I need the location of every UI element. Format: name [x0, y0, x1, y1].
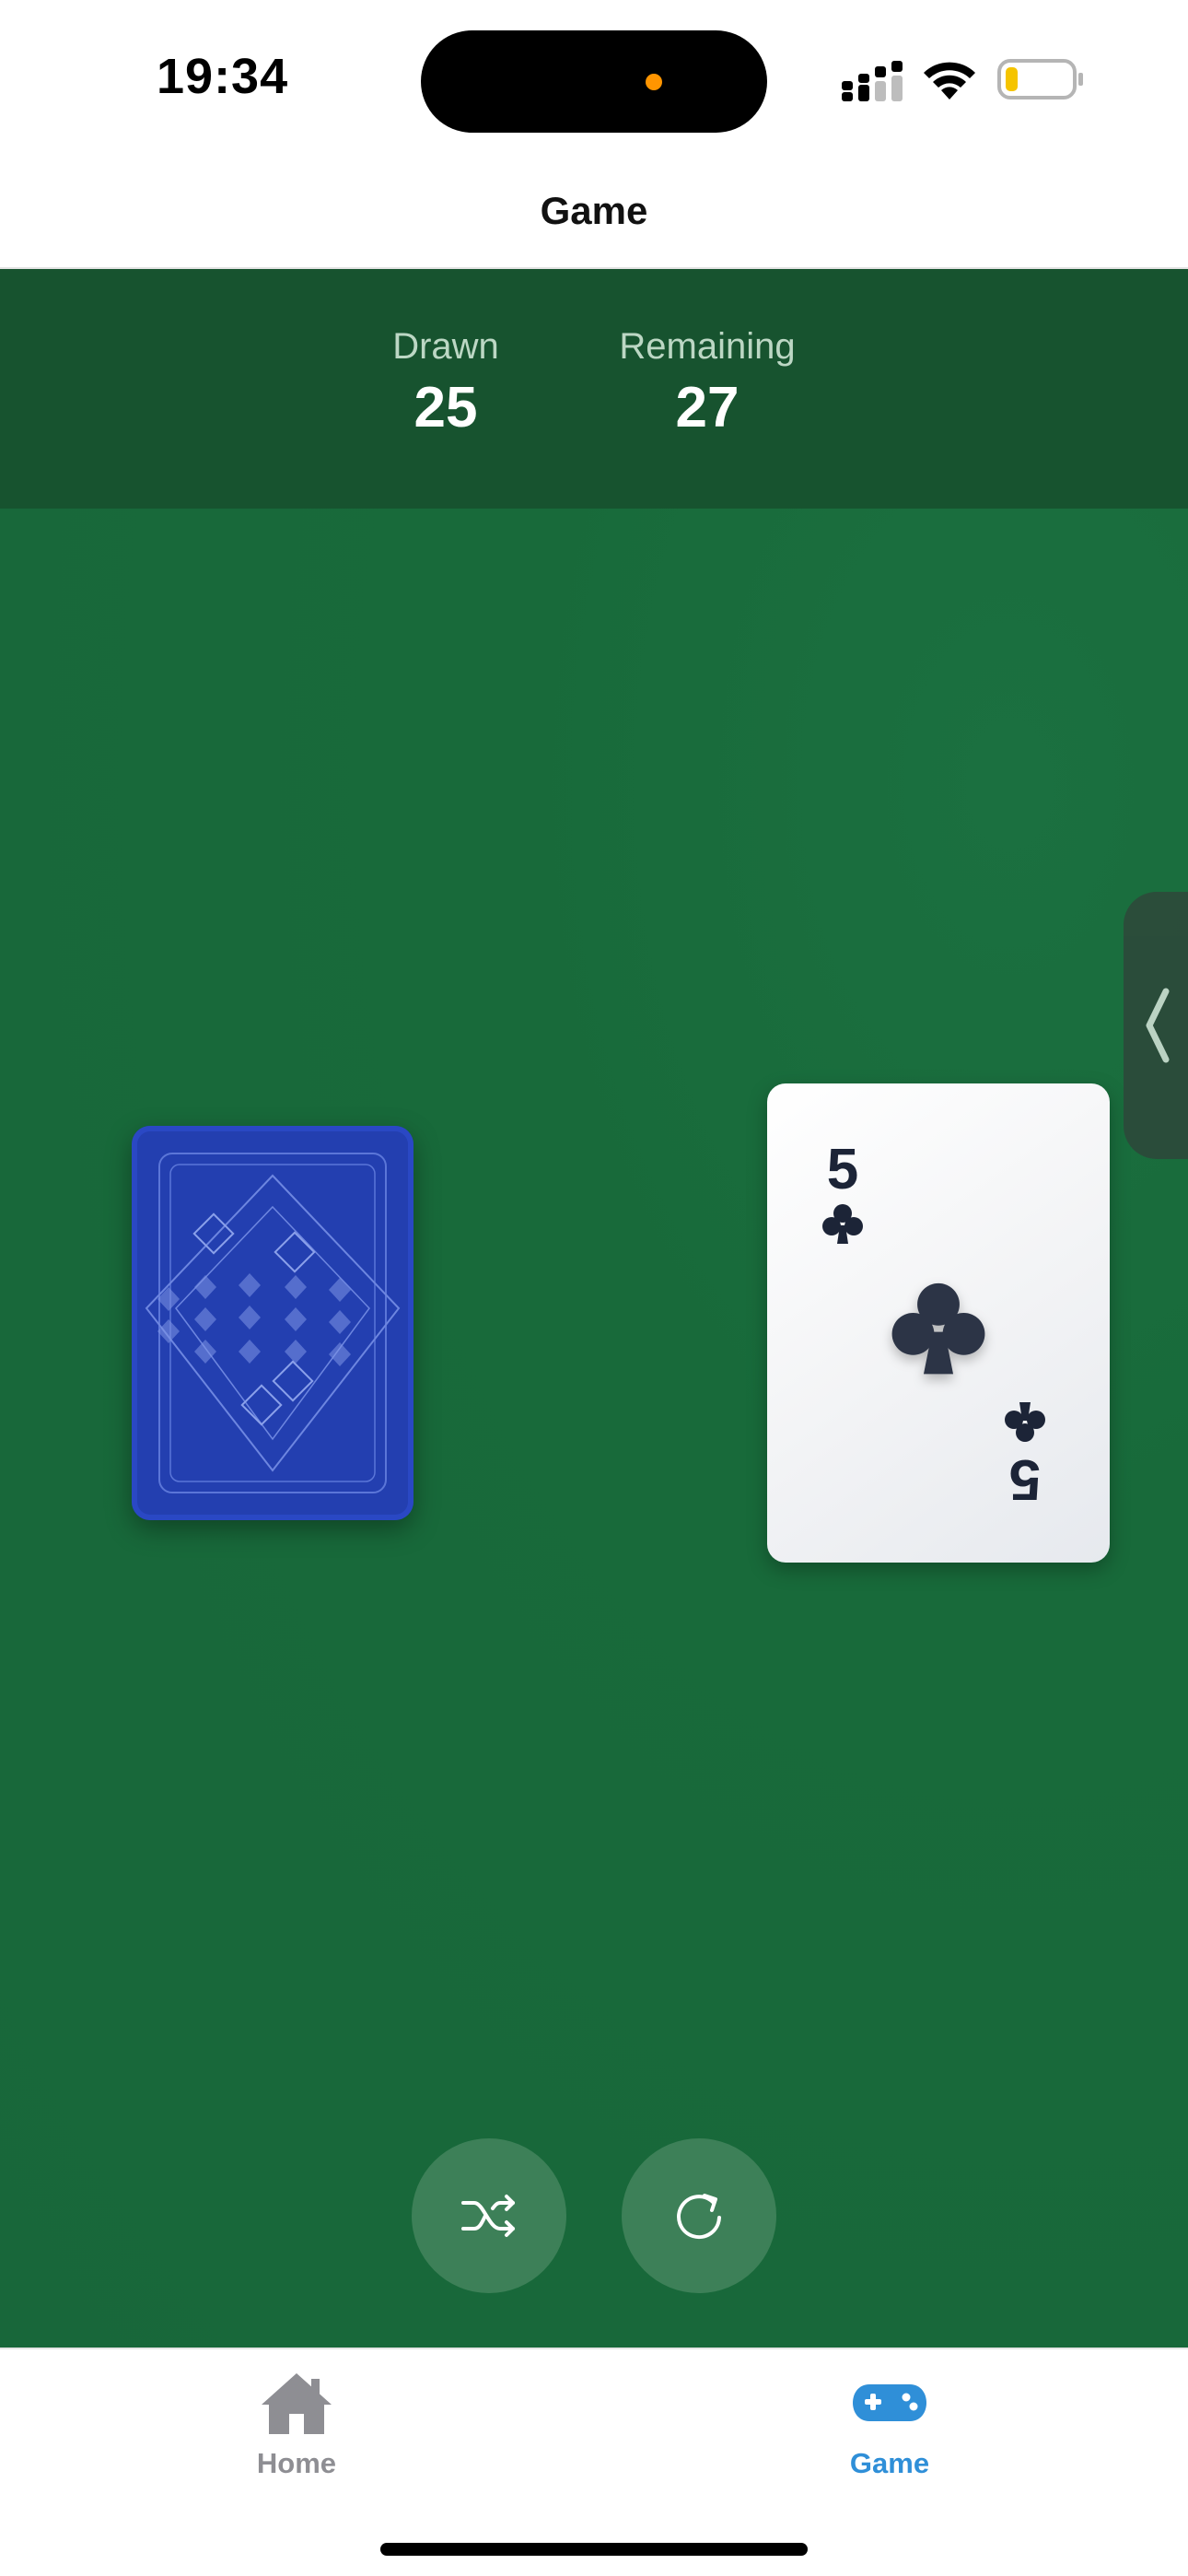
status-time: 19:34: [157, 49, 289, 104]
shuffle-button[interactable]: [412, 2138, 566, 2293]
cellular-signal-icon: [842, 61, 903, 101]
side-drawer-handle[interactable]: [1124, 892, 1188, 1159]
tab-game[interactable]: Game: [788, 2370, 991, 2480]
remaining-label: Remaining: [619, 326, 796, 367]
restart-icon: [677, 2194, 721, 2240]
card-rank-top: 5: [826, 1138, 859, 1201]
house-icon: [262, 2373, 332, 2434]
camera-indicator-dot: [646, 74, 662, 90]
card-back-pattern: [145, 1153, 401, 1493]
drawn-stat: Drawn 25: [372, 326, 519, 440]
remaining-count: 27: [675, 376, 740, 439]
home-indicator: [380, 2543, 808, 2556]
status-bar: 19:34: [0, 0, 1188, 161]
wifi-icon: [924, 62, 975, 100]
restart-button[interactable]: [622, 2138, 776, 2293]
page-title: Game: [540, 189, 648, 232]
tab-bar: Home Game: [0, 2348, 1188, 2576]
chevron-left-icon: [1146, 988, 1170, 1063]
game-screen: 19:34 Game Drawn 25 Remaining 27 5 5 Hom…: [0, 0, 1188, 2576]
tab-home[interactable]: Home: [195, 2370, 398, 2480]
tab-home-label: Home: [256, 2447, 337, 2479]
gamepad-icon: [853, 2384, 926, 2421]
stats-header: Drawn 25 Remaining 27: [0, 269, 1188, 509]
card-rank-bottom: 5: [1008, 1447, 1042, 1511]
club-suit-icon: [822, 1204, 863, 1244]
shuffle-icon: [461, 2195, 515, 2237]
dynamic-island: [421, 30, 767, 133]
club-suit-center-icon: [891, 1282, 985, 1375]
tab-game-label: Game: [849, 2447, 930, 2479]
battery-icon: [997, 59, 1083, 100]
remaining-stat: Remaining 27: [599, 326, 816, 440]
drawn-label: Drawn: [392, 326, 499, 367]
drawn-card[interactable]: 5 5: [767, 1083, 1110, 1563]
club-suit-icon-bottom: [1005, 1402, 1045, 1442]
draw-pile-card-back[interactable]: [132, 1126, 413, 1520]
drawn-count: 25: [413, 376, 478, 439]
